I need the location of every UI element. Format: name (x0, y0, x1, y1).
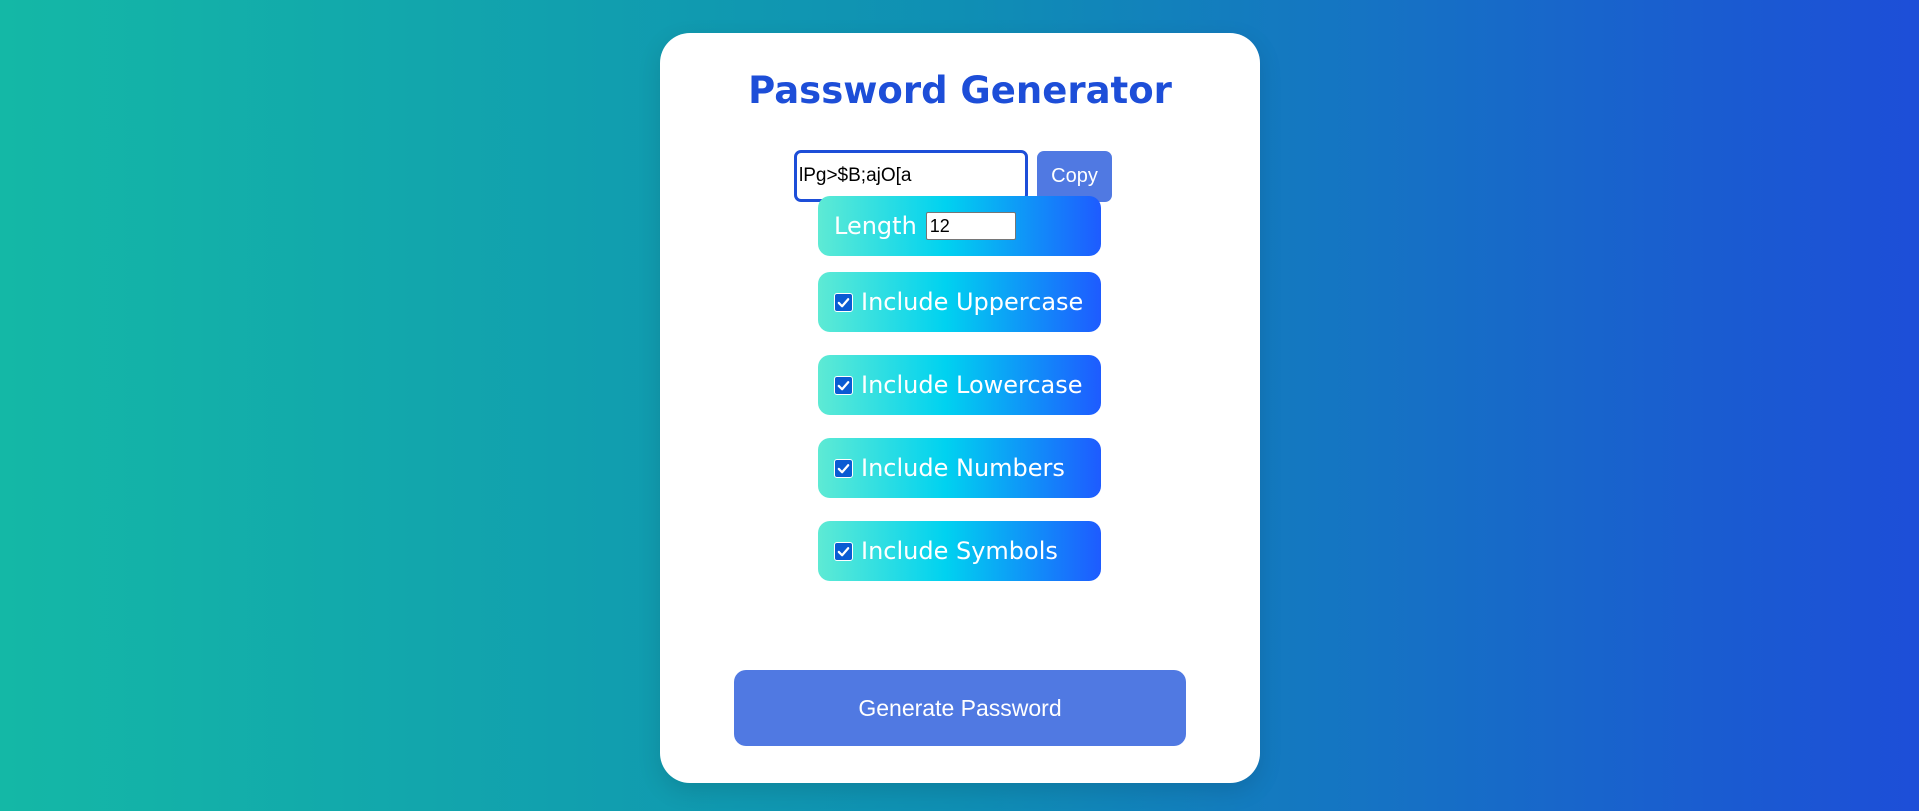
symbols-option[interactable]: Include Symbols (818, 521, 1101, 581)
password-output-field[interactable] (794, 150, 1028, 202)
generate-password-button[interactable]: Generate Password (734, 670, 1186, 746)
check-icon (837, 546, 850, 556)
check-icon (837, 380, 850, 390)
lowercase-option[interactable]: Include Lowercase (818, 355, 1101, 415)
symbols-label: Include Symbols (861, 537, 1058, 565)
numbers-option[interactable]: Include Numbers (818, 438, 1101, 498)
uppercase-option[interactable]: Include Uppercase (818, 272, 1101, 332)
length-label: Length (834, 212, 917, 240)
uppercase-label: Include Uppercase (861, 288, 1084, 316)
numbers-checkbox[interactable] (834, 458, 853, 478)
check-icon (837, 463, 850, 473)
numbers-label: Include Numbers (861, 454, 1065, 482)
page-title: Password Generator (748, 69, 1172, 112)
lowercase-checkbox[interactable] (834, 375, 853, 395)
password-row: Copy (794, 150, 1112, 202)
uppercase-checkbox[interactable] (834, 292, 853, 312)
length-input[interactable] (925, 212, 1016, 240)
length-option: Length (818, 196, 1101, 256)
symbols-checkbox[interactable] (834, 541, 853, 561)
lowercase-label: Include Lowercase (861, 371, 1083, 399)
generator-card: Password Generator Copy Length Include U… (660, 33, 1260, 783)
copy-button[interactable]: Copy (1037, 150, 1112, 202)
check-icon (837, 297, 850, 307)
